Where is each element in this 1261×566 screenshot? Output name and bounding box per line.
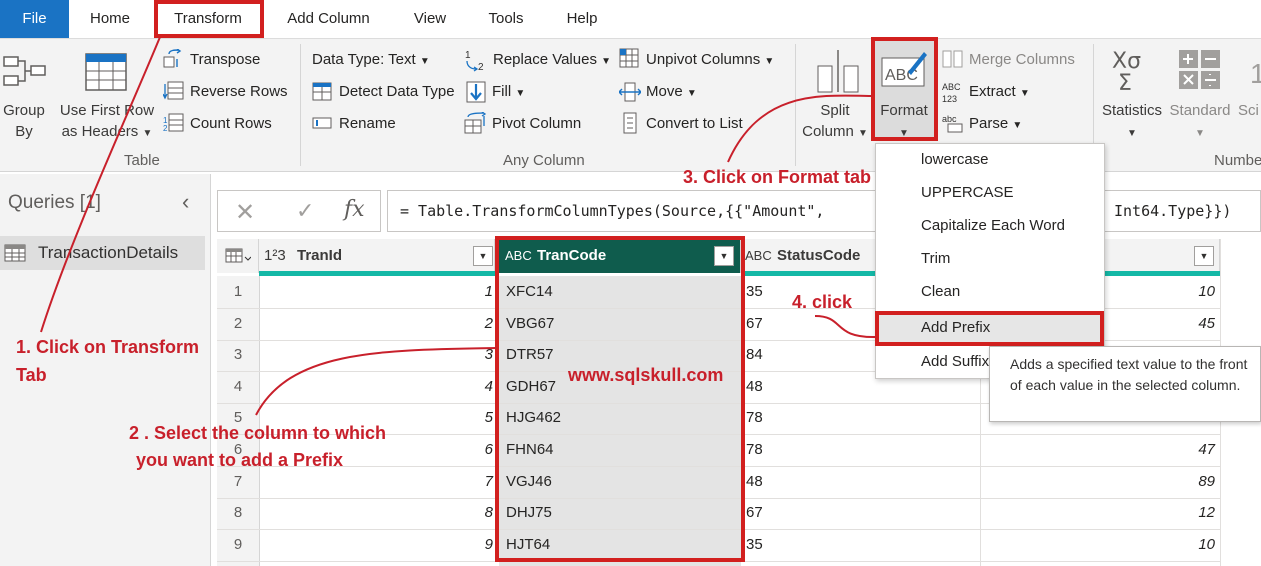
- watermark-text: www.sqlskull.com: [568, 365, 724, 385]
- annotation-step1-line2: Tab: [16, 365, 47, 385]
- arrow-step3: [727, 94, 873, 163]
- annotation-step1-line1: 1. Click on Transform: [16, 337, 200, 357]
- arrow-step2: [255, 347, 498, 416]
- annotation-step4: 4. click: [792, 292, 853, 312]
- arrow-step4: [814, 315, 877, 339]
- annotation-step2-line1: 2 . Select the column to which: [129, 423, 387, 443]
- annotation-arrows: [40, 36, 877, 416]
- arrow-step1: [40, 36, 161, 333]
- annotation-step2-line2: you want to add a Prefix: [136, 450, 344, 470]
- annotation-step3: 3. Click on Format tab: [683, 167, 872, 187]
